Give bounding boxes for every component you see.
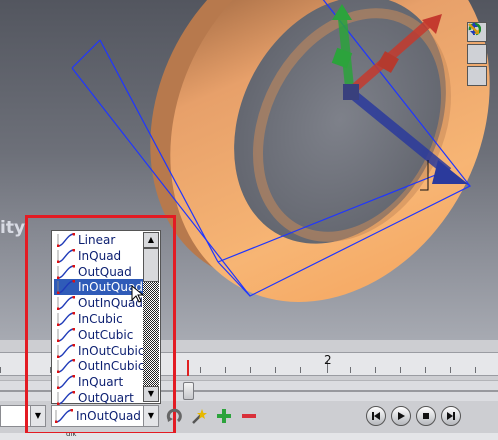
- next-key-icon[interactable]: [441, 406, 461, 426]
- move-tool-icon[interactable]: [467, 23, 487, 64]
- remove-key-icon[interactable]: [239, 406, 259, 426]
- stop-icon[interactable]: [416, 406, 436, 426]
- add-key-icon[interactable]: [214, 406, 234, 426]
- annotation-highlight-box: [25, 215, 176, 435]
- rotate-key-icon[interactable]: [164, 406, 184, 426]
- ruler-label: 2: [324, 353, 332, 367]
- viewport-overlay-text: ity: [0, 218, 26, 238]
- status-text: dik: [66, 433, 77, 438]
- gizmo-tool-strip: [467, 22, 489, 88]
- playhead-marker[interactable]: [187, 360, 189, 376]
- previous-key-icon[interactable]: [366, 406, 386, 426]
- scrubber-thumb[interactable]: [183, 382, 194, 400]
- play-icon[interactable]: [391, 406, 411, 426]
- magic-wand-icon[interactable]: [189, 406, 209, 426]
- scale-tool-icon[interactable]: [467, 23, 487, 86]
- status-bar: dik: [0, 433, 498, 440]
